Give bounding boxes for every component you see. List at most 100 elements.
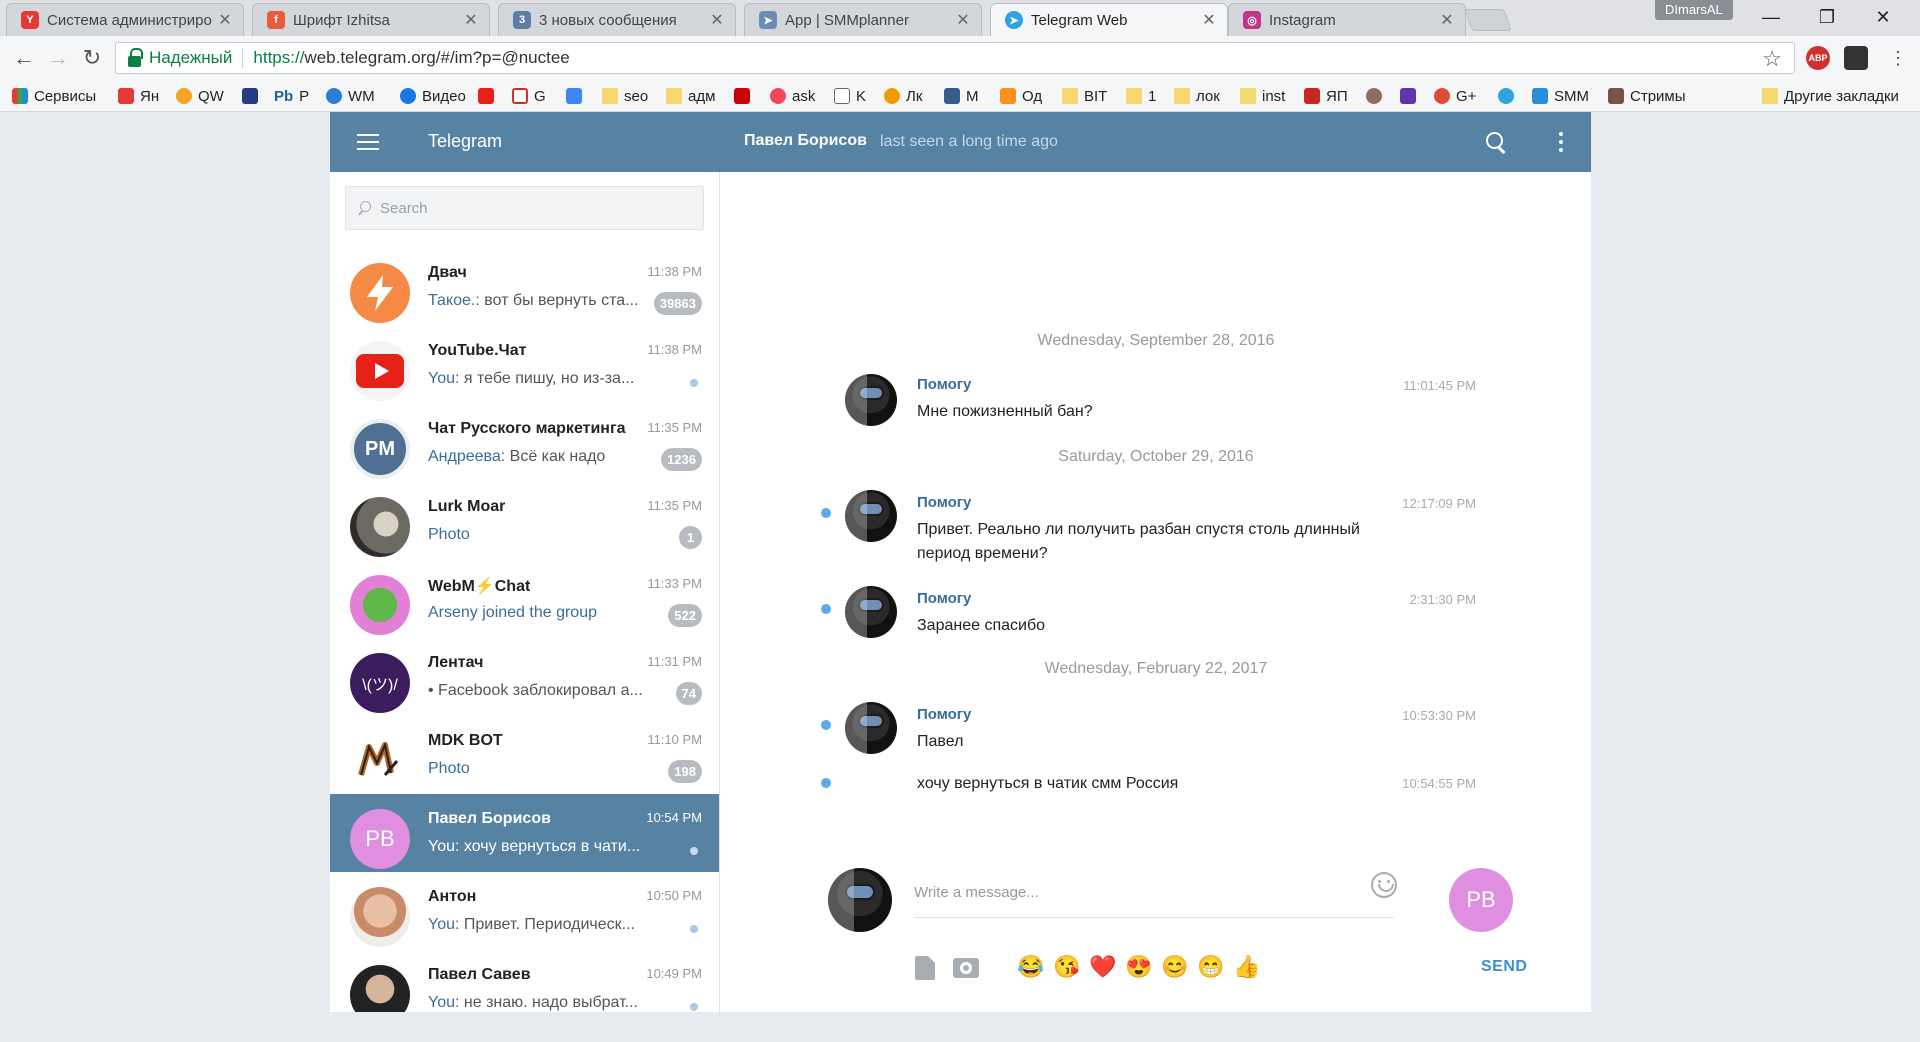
author-avatar[interactable] [845,702,897,754]
send-button[interactable]: SEND [1481,958,1527,976]
dialog-item-active[interactable]: PB Павел Борисов 10:54 PM You: хочу верн… [330,794,719,872]
close-tab-icon[interactable]: ✕ [1439,10,1455,30]
bookmark-item[interactable]: Pb P [274,85,309,107]
browser-tab[interactable]: 3 3 новых сообщения ✕ [498,3,736,36]
tab-label: App | SMMplanner [785,11,909,29]
search-icon[interactable] [1486,132,1508,154]
browser-tab[interactable]: ➤ App | SMMplanner ✕ [744,3,982,36]
dialog-search[interactable] [345,186,704,230]
bookmark-item[interactable]: WM [326,85,375,107]
emoji-grin-icon[interactable]: 😁 [1197,954,1225,980]
emoji-thumbs-up-icon[interactable]: 👍 [1233,954,1261,980]
bookmark-item[interactable]: G [512,85,546,107]
close-window-icon[interactable]: ✕ [1856,0,1910,34]
new-tab-button[interactable] [1463,9,1513,31]
bookmark-item[interactable] [566,85,588,107]
bookmark-item[interactable]: QW [176,85,224,107]
peer-avatar[interactable]: PB [1449,868,1513,932]
message-input[interactable] [914,868,1394,918]
bookmark-star-icon[interactable]: ☆ [1762,46,1782,72]
dialog-item[interactable]: \(ツ)/ Лентач 11:31 PM • Facebook заблоки… [330,638,719,716]
close-tab-icon[interactable]: ✕ [463,10,479,30]
message-time: 2:31:30 PM [1409,592,1477,607]
message-author[interactable]: Помогу [917,706,971,723]
bookmark-item[interactable] [1400,85,1422,107]
bookmark-apps[interactable]: Сервисы [12,85,96,107]
attach-file-icon[interactable] [915,956,935,980]
bookmark-folder[interactable]: seo [602,85,648,107]
secure-label: Надежный [149,48,233,67]
bookmark-folder[interactable]: адм [666,85,715,107]
hamburger-menu-icon[interactable] [357,133,379,151]
attach-photo-icon[interactable] [953,958,979,978]
bookmark-item[interactable]: SMM [1532,85,1589,107]
author-avatar[interactable] [845,490,897,542]
bookmark-item[interactable]: Ян [118,85,159,107]
forward-icon[interactable]: → [42,42,74,74]
minimize-icon[interactable]: — [1744,0,1798,34]
bookmark-item[interactable] [734,85,756,107]
address-bar[interactable]: Надежный https:// web.telegram.org/#/im?… [115,42,1795,74]
bookmark-item[interactable] [242,85,264,107]
bookmark-item[interactable]: Стримы [1608,85,1686,107]
emoji-kiss-icon[interactable]: 😘 [1053,954,1081,980]
bookmark-item[interactable]: K [834,85,866,107]
profile-chip[interactable]: DImarsAL [1655,0,1733,20]
dialog-item[interactable]: MDK BOT 11:10 PM Photo 198 [330,716,719,794]
bookmark-item[interactable]: G+ [1434,85,1476,107]
peer-name[interactable]: Павел Борисов [744,132,867,150]
back-icon[interactable]: ← [8,42,40,74]
bookmark-folder[interactable]: BIT [1062,85,1107,107]
dialog-item[interactable]: PM Чат Русского маркетинга 11:35 PM Андр… [330,404,719,482]
emoji-picker-icon[interactable] [1371,872,1397,898]
emoji-joy-icon[interactable]: 😂 [1017,954,1045,980]
browser-tab[interactable]: Y Система администриро ✕ [6,3,244,36]
dialog-item[interactable]: Павел Савев 10:49 PM You: не знаю. надо … [330,950,719,1012]
emoji-heart-eyes-icon[interactable]: 😍 [1125,954,1153,980]
dialog-item[interactable]: WebM⚡Chat 11:33 PM Arseny joined the gro… [330,560,719,638]
bookmark-item[interactable]: Од [1000,85,1042,107]
extension-icon[interactable] [1844,46,1868,70]
close-tab-icon[interactable]: ✕ [709,10,725,30]
bookmark-item[interactable]: M [944,85,979,107]
message-author[interactable]: Помогу [917,376,971,393]
close-tab-icon[interactable]: ✕ [217,10,233,30]
youtube-icon [478,88,494,104]
browser-tab[interactable]: f Шрифт Izhitsa ✕ [252,3,490,36]
bookmark-folder-other[interactable]: Другие закладки [1762,85,1899,107]
adblock-icon[interactable]: ABP [1806,46,1830,70]
dialog-search-input[interactable] [380,199,680,217]
bookmark-item[interactable]: Лк [884,85,922,107]
restore-icon[interactable]: ❐ [1800,0,1854,34]
close-tab-icon[interactable]: ✕ [1201,10,1217,30]
menu-dots-icon[interactable]: ⋮ [1882,42,1914,74]
bookmark-folder[interactable]: 1 [1126,85,1156,107]
emoji-smile-icon[interactable]: 😊 [1161,954,1189,980]
bookmark-folder[interactable]: inst [1240,85,1285,107]
bookmark-folder[interactable]: лок [1174,85,1220,107]
author-avatar[interactable] [845,374,897,426]
bookmark-label: K [856,87,867,105]
dialog-item[interactable]: Двач 11:38 PM Такое.: вот бы вернуть ста… [330,248,719,326]
dialog-preview: You: я тебе пишу, но из-за... [428,370,643,388]
unread-dot [690,379,698,387]
bookmark-item[interactable] [1366,85,1388,107]
bookmark-item[interactable] [1498,85,1520,107]
bookmark-item[interactable] [478,85,500,107]
browser-tab-active[interactable]: ➤ Telegram Web ✕ [990,3,1228,36]
dialog-item[interactable]: YouTube.Чат 11:38 PM You: я тебе пишу, н… [330,326,719,404]
close-tab-icon[interactable]: ✕ [955,10,971,30]
message-author[interactable]: Помогу [917,590,971,607]
browser-tab[interactable]: ◎ Instagram ✕ [1228,3,1466,36]
dialog-item[interactable]: Антон 10:50 PM You: Привет. Периодическ.… [330,872,719,950]
my-avatar[interactable] [828,868,892,932]
emoji-heart-icon[interactable]: ❤️ [1089,954,1117,980]
more-options-icon[interactable] [1559,132,1563,152]
message-author[interactable]: Помогу [917,494,971,511]
bookmark-item[interactable]: ЯП [1304,85,1348,107]
bookmark-item[interactable]: Видео [400,85,466,107]
dialog-item[interactable]: Lurk Moar 11:35 PM Photo 1 [330,482,719,560]
reload-icon[interactable]: ↻ [76,42,108,74]
author-avatar[interactable] [845,586,897,638]
bookmark-item[interactable]: ask [770,85,815,107]
